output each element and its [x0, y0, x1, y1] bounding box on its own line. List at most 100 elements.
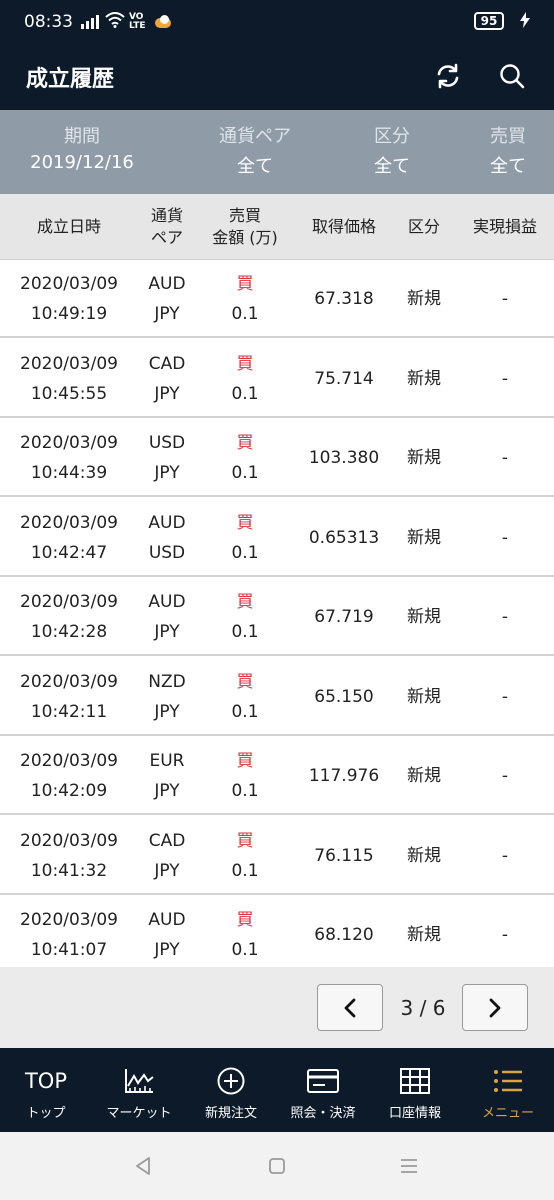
table-row[interactable]: 2020/03/09 10:42:47 AUD USD 買 0.1 0.65313 新規 -: [0, 499, 554, 577]
back-icon[interactable]: [131, 1154, 155, 1178]
wifi-icon: [105, 12, 125, 32]
filter-type[interactable]: 区分 全て: [350, 122, 434, 178]
recents-icon[interactable]: [397, 1154, 421, 1178]
table-row[interactable]: 2020/03/09 10:42:09 EUR JPY 買 0.1 117.976 新規 -: [0, 737, 554, 815]
prev-page-button[interactable]: [317, 984, 383, 1031]
filter-label: 期間: [64, 126, 100, 147]
cell-realized-pl: -: [501, 925, 509, 945]
nav-account-info[interactable]: 口座情報: [369, 1048, 461, 1132]
chevron-right-icon: [489, 998, 501, 1017]
cell-realized-pl: -: [501, 846, 509, 866]
nav-new-order[interactable]: 新規注文: [185, 1048, 277, 1132]
filter-label: 区分: [374, 126, 410, 147]
cell-currency-pair: NZD JPY: [134, 658, 200, 736]
cell-datetime: 2020/03/09 10:44:39: [8, 419, 130, 497]
cell-type: 新規: [407, 846, 441, 866]
filter-value: 全て: [490, 156, 526, 177]
cell-currency-pair: AUD USD: [134, 499, 200, 577]
base-currency: USD: [148, 433, 186, 453]
cell-datetime: 2020/03/09 10:41:07: [8, 896, 130, 974]
cell-trade-amount: 買 0.1: [200, 737, 290, 815]
side-label: 買: [236, 274, 254, 294]
quote-currency: JPY: [154, 384, 180, 404]
cell-price: 68.120: [314, 925, 374, 945]
quote-currency: JPY: [154, 622, 180, 642]
weather-icon: [155, 15, 171, 28]
side-label: 買: [236, 513, 254, 533]
cell-currency-pair: AUD JPY: [134, 260, 200, 338]
amount-value: 0.1: [231, 622, 259, 642]
cell-currency-pair: USD JPY: [134, 419, 200, 497]
cell-datetime: 2020/03/09 10:42:28: [8, 578, 130, 656]
filter-buy-sell[interactable]: 売買 全て: [466, 122, 550, 178]
filter-value: 全て: [237, 156, 273, 177]
next-page-button[interactable]: [462, 984, 528, 1031]
nav-menu[interactable]: メニュー: [462, 1048, 554, 1132]
base-currency: EUR: [149, 751, 185, 771]
nav-top[interactable]: TOP トップ: [0, 1048, 92, 1132]
plus-circle-icon: [216, 1064, 246, 1098]
trade-time: 10:42:11: [30, 702, 108, 722]
trade-time: 10:41:07: [30, 940, 108, 960]
cell-price: 67.318: [314, 289, 374, 309]
cell-type: 新規: [407, 925, 441, 945]
quote-currency: JPY: [154, 940, 180, 960]
col-currency-pair: 通貨 ペア: [134, 194, 200, 260]
cell-price: 75.714: [314, 369, 374, 389]
trade-date: 2020/03/09: [20, 751, 118, 771]
trade-date: 2020/03/09: [20, 433, 118, 453]
side-label: 買: [236, 354, 254, 374]
cell-price: 67.719: [314, 607, 374, 627]
page-indicator: 3 / 6: [400, 995, 446, 1020]
table-row[interactable]: 2020/03/09 10:42:11 NZD JPY 買 0.1 65.150 新規 -: [0, 658, 554, 736]
nav-label: トップ: [26, 1106, 66, 1121]
table-row[interactable]: 2020/03/09 10:41:07 AUD JPY 買 0.1 68.120 新規 -: [0, 896, 554, 974]
table-header: 成立日時 通貨 ペア 売買 金額 (万) 取得価格 区分 実現損益: [0, 194, 554, 260]
filter-period[interactable]: 期間 2019/12/16: [10, 122, 154, 173]
col-trade-line1: 売買: [228, 206, 261, 225]
trade-date: 2020/03/09: [20, 672, 118, 692]
col-trade-line2: 金額 (万): [212, 228, 278, 247]
base-currency: AUD: [148, 910, 186, 930]
grid-icon: [399, 1064, 431, 1098]
nav-label: 照会・決済: [290, 1106, 356, 1121]
trade-time: 10:49:19: [30, 304, 108, 324]
refresh-button[interactable]: [430, 58, 466, 94]
trade-time: 10:42:09: [30, 781, 108, 801]
table-row[interactable]: 2020/03/09 10:44:39 USD JPY 買 0.1 103.380 新規 -: [0, 419, 554, 497]
table-row[interactable]: 2020/03/09 10:42:28 AUD JPY 買 0.1 67.719 新規 -: [0, 578, 554, 656]
cell-trade-amount: 買 0.1: [200, 340, 290, 418]
side-label: 買: [236, 433, 254, 453]
amount-value: 0.1: [231, 543, 259, 563]
cell-datetime: 2020/03/09 10:49:19: [8, 260, 130, 338]
charging-icon: [520, 12, 530, 32]
table-row[interactable]: 2020/03/09 10:49:19 AUD JPY 買 0.1 67.318 新規 -: [0, 260, 554, 338]
home-icon[interactable]: [265, 1154, 289, 1178]
cell-realized-pl: -: [501, 448, 509, 468]
filter-bar[interactable]: 期間 2019/12/16 通貨ペア 全て 区分 全て 売買 全て: [0, 110, 554, 194]
cell-datetime: 2020/03/09 10:42:47: [8, 499, 130, 577]
cell-trade-amount: 買 0.1: [200, 499, 290, 577]
cell-type: 新規: [407, 607, 441, 627]
nav-inquiry-settlement[interactable]: 照会・決済: [277, 1048, 369, 1132]
app-header: 成立履歴: [0, 44, 554, 110]
search-button[interactable]: [494, 58, 530, 94]
trade-time: 10:42:28: [30, 622, 108, 642]
table-row[interactable]: 2020/03/09 10:41:32 CAD JPY 買 0.1 76.115 新規 -: [0, 817, 554, 895]
amount-value: 0.1: [231, 463, 259, 483]
filter-currency-pair[interactable]: 通貨ペア 全て: [200, 122, 310, 178]
cell-price: 117.976: [308, 766, 380, 786]
nav-market[interactable]: マーケット: [93, 1048, 185, 1132]
table-row[interactable]: 2020/03/09 10:45:55 CAD JPY 買 0.1 75.714 新規 -: [0, 340, 554, 418]
filter-label: 通貨ペア: [219, 126, 291, 147]
pagination: 3 / 6: [0, 967, 554, 1048]
cell-trade-amount: 買 0.1: [200, 578, 290, 656]
cell-currency-pair: CAD JPY: [134, 340, 200, 418]
cell-price: 65.150: [314, 687, 374, 707]
cell-realized-pl: -: [501, 766, 509, 786]
filter-value: 2019/12/16: [30, 152, 134, 173]
cell-price: 103.380: [308, 448, 380, 468]
trade-date: 2020/03/09: [20, 831, 118, 851]
side-label: 買: [236, 672, 254, 692]
col-pair-line2: ペア: [150, 228, 183, 247]
